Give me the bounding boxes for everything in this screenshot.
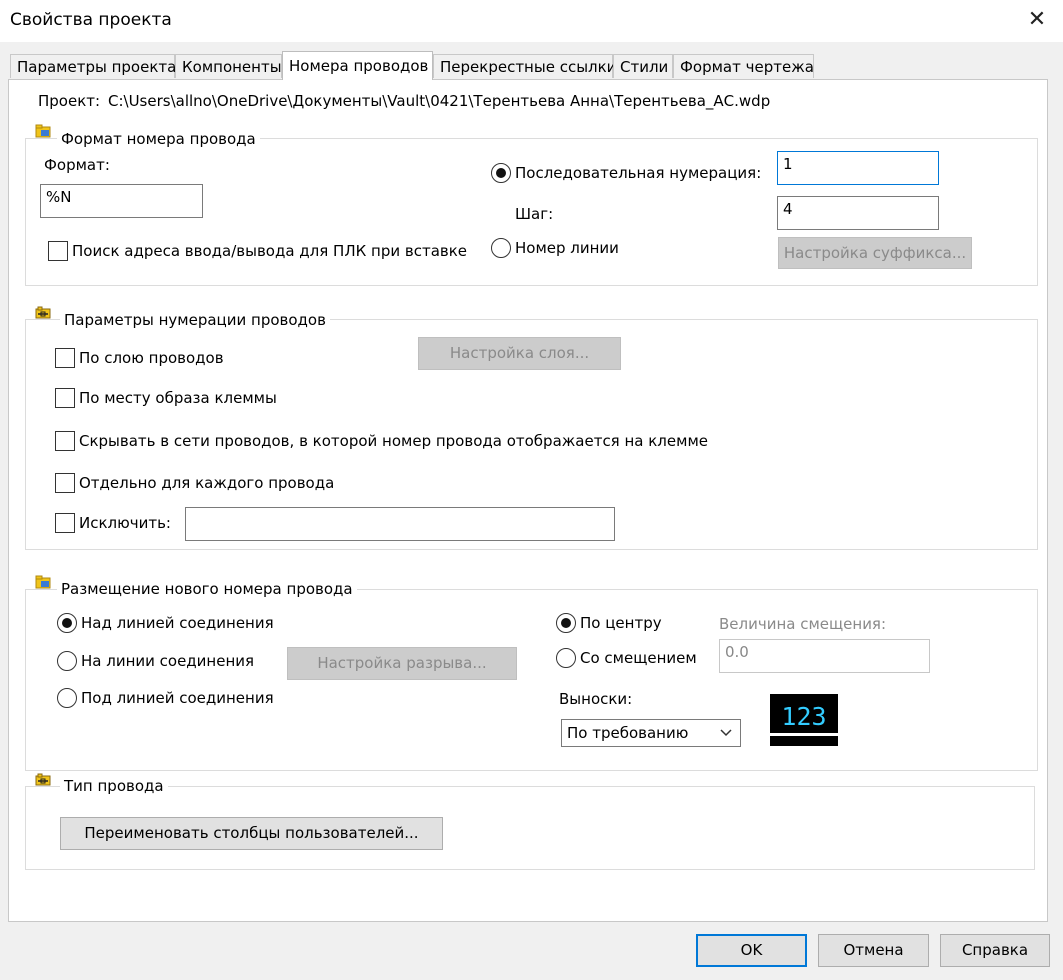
each-wire-label: Отдельно для каждого провода (79, 474, 335, 492)
sequential-label: Последовательная нумерация: (515, 164, 762, 182)
gap-settings-button[interactable]: Настройка разрыва... (287, 647, 517, 680)
wire-type-title: Тип провода (60, 777, 168, 795)
by-terminal-checkbox[interactable] (55, 388, 75, 408)
step-label: Шаг: (515, 205, 554, 223)
hide-on-terminal-label: Скрывать в сети проводов, в которой номе… (79, 432, 708, 450)
leaders-select[interactable]: По требованию (561, 719, 741, 747)
wire-tool-icon (35, 773, 51, 786)
line-number-label: Номер линии (515, 239, 619, 257)
offset-value-label: Величина смещения: (719, 615, 887, 633)
project-label: Проект: (38, 92, 101, 110)
above-line-radio[interactable] (57, 613, 77, 633)
leaders-label: Выноски: (559, 690, 633, 708)
center-radio[interactable] (556, 613, 576, 633)
rename-columns-button[interactable]: Переименовать столбцы пользователей... (60, 817, 443, 850)
on-line-radio[interactable] (57, 651, 77, 671)
sequential-start-input[interactable]: 1 (777, 151, 939, 185)
chevron-down-icon (720, 729, 732, 737)
format-label: Формат: (44, 156, 110, 174)
help-button[interactable]: Справка (940, 934, 1050, 967)
below-line-label: Под линией соединения (81, 689, 274, 707)
wire-number-preview: 123 (770, 694, 838, 746)
plc-checkbox[interactable] (48, 241, 68, 261)
tab-wire-numbers[interactable]: Номера проводов (282, 51, 433, 80)
tab-project-params[interactable]: Параметры проекта (10, 54, 176, 78)
project-path: C:\Users\allno\OneDrive\Документы\Vault\… (108, 92, 771, 110)
wire-tool-icon (35, 306, 51, 319)
format-input[interactable]: %N (40, 184, 203, 218)
hide-on-terminal-checkbox[interactable] (55, 431, 75, 451)
by-terminal-label: По месту образа клеммы (79, 389, 277, 407)
by-layer-checkbox[interactable] (55, 348, 75, 368)
ok-button[interactable]: OK (696, 934, 807, 967)
exclude-input[interactable] (185, 507, 615, 541)
preview-number: 123 (781, 702, 827, 731)
layer-settings-button[interactable]: Настройка слоя... (418, 337, 621, 370)
preview-wire-line (770, 733, 838, 736)
sequential-radio[interactable] (491, 163, 511, 183)
close-icon: ✕ (1027, 7, 1047, 32)
close-button[interactable]: ✕ (1022, 6, 1052, 34)
folder-icon (35, 124, 51, 138)
exclude-checkbox[interactable] (55, 513, 75, 533)
each-wire-checkbox[interactable] (55, 473, 75, 493)
by-layer-label: По слою проводов (79, 349, 224, 367)
suffix-settings-button[interactable]: Настройка суффикса... (778, 237, 972, 269)
cancel-button[interactable]: Отмена (818, 934, 929, 967)
above-line-label: Над линией соединения (81, 614, 274, 632)
offset-value-input[interactable]: 0.0 (719, 639, 930, 673)
tab-drawing-format[interactable]: Формат чертежа (673, 54, 814, 78)
exclude-label: Исключить: (79, 514, 171, 532)
line-number-radio[interactable] (491, 238, 511, 258)
placement-title: Размещение нового номера провода (57, 580, 357, 598)
window-title: Свойства проекта (10, 10, 172, 30)
plc-label: Поиск адреса ввода/вывода для ПЛК при вс… (72, 242, 468, 260)
below-line-radio[interactable] (57, 688, 77, 708)
center-label: По центру (580, 614, 662, 632)
wire-format-title: Формат номера провода (57, 130, 260, 148)
offset-radio[interactable] (556, 648, 576, 668)
tab-styles[interactable]: Стили (613, 54, 673, 78)
folder-icon (35, 575, 51, 589)
tab-cross-references[interactable]: Перекрестные ссылки (433, 54, 616, 78)
numbering-title: Параметры нумерации проводов (60, 311, 330, 329)
on-line-label: На линии соединения (81, 652, 255, 670)
tab-components[interactable]: Компоненты (175, 54, 282, 78)
offset-label: Со смещением (580, 649, 697, 667)
step-input[interactable]: 4 (777, 196, 939, 230)
